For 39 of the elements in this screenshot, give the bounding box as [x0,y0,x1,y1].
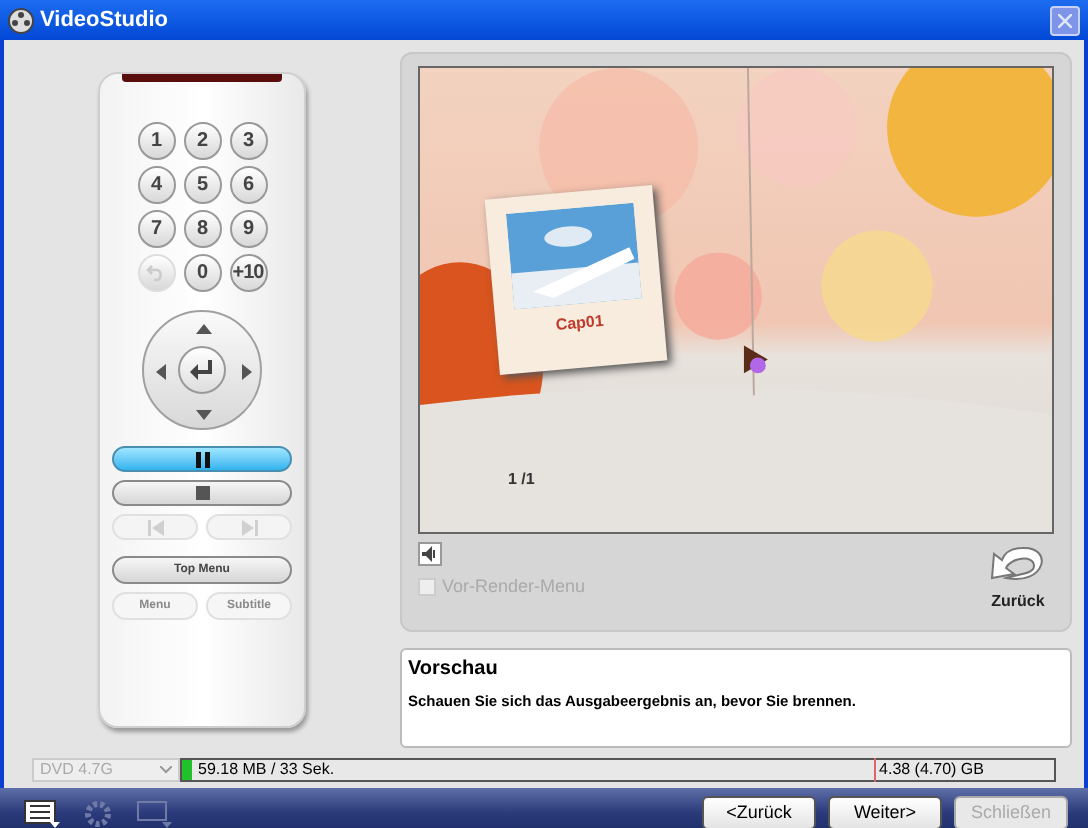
airplane-thumbnail[interactable] [505,202,642,310]
used-space: 59.18 MB / 33 Sek. [198,758,335,782]
enter-key[interactable] [178,346,226,394]
list-icon [24,799,60,827]
number-key[interactable]: 1 [137,122,175,160]
number-key[interactable]: 5 [183,166,221,204]
close-icon [1058,13,1072,27]
close-button[interactable] [1050,5,1080,35]
disc-capacity: 4.38 (4.70) GB [873,758,1054,782]
speaker-button[interactable] [418,542,442,566]
number-key[interactable]: 6 [229,166,267,204]
number-key[interactable]: 2 [183,122,221,160]
stop-button[interactable] [112,480,292,506]
back-arrow-button[interactable]: Zurück [986,542,1050,614]
number-key[interactable]: 3 [229,122,267,160]
nav-button[interactable]: <Zurück [702,796,816,828]
stop-icon [195,486,209,500]
undo-icon [146,264,166,282]
page-counter: 1 /1 [508,468,535,492]
description-title: Vorschau [408,656,500,684]
window-title: VideoStudio [40,5,168,36]
number-key[interactable]: 0 [183,254,221,292]
chapter-label[interactable]: Cap01 [554,309,605,338]
pause-button[interactable] [112,446,292,472]
number-key[interactable]: 4 [137,166,175,204]
film-reel-icon [8,7,34,33]
skip-forward-icon [241,519,257,535]
number-key[interactable]: 9 [229,210,267,248]
number-key[interactable]: 8 [183,210,221,248]
nav-button[interactable]: Weiter> [828,796,942,828]
enter-icon [190,360,214,380]
toolbar-button[interactable] [20,795,64,828]
pause-icon [195,451,209,467]
number-key[interactable]: +10 [229,254,267,292]
arrow-icons-drawing [152,320,256,424]
skip-back-icon [147,519,163,535]
layers-icon [136,799,172,827]
number-key[interactable]: 7 [137,210,175,248]
speaker-icon [422,546,438,562]
